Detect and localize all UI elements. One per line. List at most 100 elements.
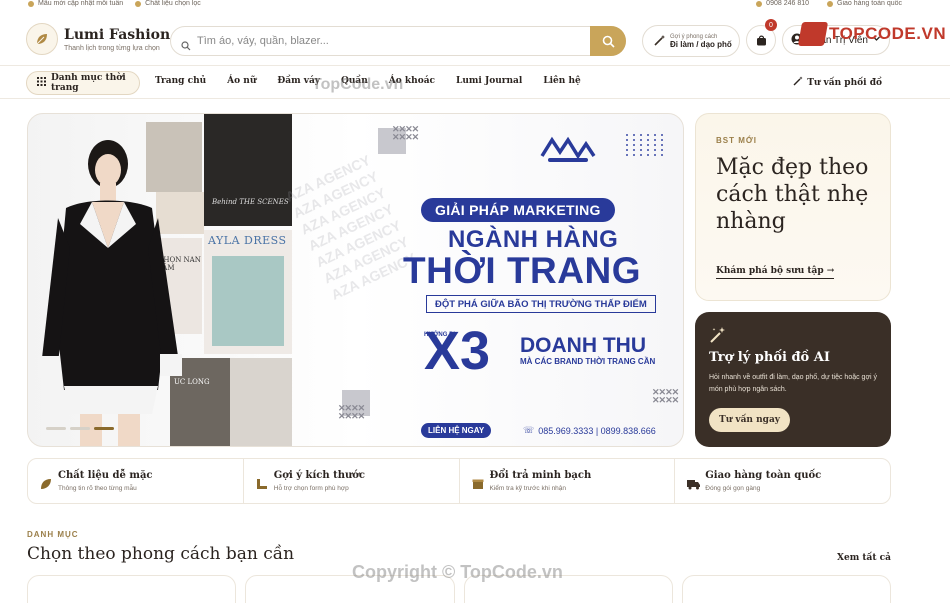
decor-crosses: ✕✕✕✕ ✕✕✕✕: [652, 387, 679, 405]
cart-count-badge: 0: [765, 19, 777, 31]
hero-x3: X3: [424, 321, 491, 381]
topbar-text: Chất liệu chọn lọc: [145, 0, 201, 7]
phone-icon: ☏: [523, 425, 535, 435]
see-all-link[interactable]: Xem tất cả: [837, 553, 891, 563]
main-nav: Danh mục thời trang Trang chủ Áo nữ Đầm …: [0, 67, 950, 99]
topbar-item: Chất liệu chọn lọc: [135, 0, 201, 7]
hero-banner[interactable]: Behind THE SCENES AYLA DRESS CHỌN NAN TÂ…: [27, 113, 684, 447]
brand-name: Lumi Fashion: [64, 26, 171, 43]
styling-advice-link[interactable]: Tư vấn phối đồ: [793, 76, 882, 89]
new-collection-tag: BST MỚI: [716, 136, 757, 145]
decor-crosses: ✕✕✕✕ ✕✕✕✕: [392, 124, 419, 142]
phone-icon: [756, 0, 763, 7]
category-menu-button[interactable]: Danh mục thời trang: [26, 71, 140, 95]
search-icon: [602, 35, 615, 48]
ai-stylist-card: Trợ lý phối đồ AI Hỏi nhanh về outfit đi…: [695, 312, 891, 447]
explore-collection-link[interactable]: Khám phá bộ sưu tập →: [716, 266, 835, 279]
slide-indicators: [46, 427, 114, 430]
slide-dot[interactable]: [46, 427, 66, 430]
hero-headline-2: THỜI TRANG: [403, 250, 641, 291]
magic-wand-icon: [709, 326, 727, 348]
brand-tagline: Thanh lịch trong từng lựa chọn: [64, 44, 160, 52]
top-info-bar: Mẫu mới cập nhật mỗi tuần Chất liệu chọn…: [0, 0, 950, 12]
cart-button[interactable]: 0: [746, 19, 777, 55]
decor-crosses: ✕✕✕✕ ✕✕✕✕: [338, 403, 365, 421]
styling-advice-label: Tư vấn phối đồ: [807, 77, 882, 88]
search-icon: [181, 36, 191, 55]
grid-icon: [37, 77, 46, 89]
feature-title: Gợi ý kích thước: [273, 470, 366, 481]
collage-photo: [230, 358, 292, 446]
nav-link-home[interactable]: Trang chủ: [155, 76, 206, 86]
ruler-icon: [256, 475, 268, 494]
decor-dots: [626, 134, 665, 156]
new-collection-title: Mặc đẹp theo cách thật nhẹ nhàng: [716, 155, 869, 234]
site-header: Lumi Fashion Thanh lịch trong từng lựa c…: [0, 12, 950, 66]
hero-revenue-sub: MÀ CÁC BRAND THỜI TRANG CẦN: [520, 357, 656, 366]
feature-item: Giao hàng toàn quốc Đóng gói gọn gàng: [675, 459, 890, 503]
watermark-copyright: Copyright © TopCode.vn: [352, 562, 563, 582]
hero-pill: GIẢI PHÁP MARKETING: [421, 198, 615, 222]
collage-photo: Behind THE SCENES: [204, 114, 292, 226]
feature-item: Đổi trả minh bạch Kiểm tra kỹ trước khi …: [460, 459, 676, 503]
watermark-text: TopCode.vn: [312, 76, 404, 93]
slide-dot[interactable]: [94, 427, 114, 430]
categories-title: Chọn theo phong cách bạn cần: [27, 544, 295, 564]
topbar-text: 0908 246 810: [766, 0, 809, 7]
feature-sub: Hỗ trợ chọn form phù hợp: [273, 485, 349, 492]
watermark-logo-text: TOPCODE.VN: [829, 24, 947, 43]
feature-title: Chất liệu dễ mặc: [58, 470, 153, 481]
ai-stylist-description: Hỏi nhanh về outfit đi làm, dạo phố, dự …: [709, 374, 878, 393]
ai-consult-button[interactable]: Tư vấn ngay: [709, 408, 791, 432]
topbar-text: Mẫu mới cập nhật mỗi tuần: [38, 0, 124, 7]
contact-now-button[interactable]: LIÊN HỆ NGAY: [421, 423, 492, 438]
collage-caption: AYLA DRESS: [208, 234, 287, 247]
features-strip: Chất liệu dễ mặc Thông tin rõ theo từng …: [27, 458, 891, 504]
fashion-model-image: [38, 140, 182, 446]
leaf-icon: [135, 0, 142, 7]
feature-title: Giao hàng toàn quốc: [705, 470, 822, 481]
magic-wand-icon: [793, 76, 803, 89]
agency-logo: [538, 136, 598, 162]
hero-subline: ĐỘT PHÁ GIỮA BÃO THỊ TRƯỜNG THẤP ĐIỂM: [426, 295, 656, 313]
topbar-item: Giao hàng toàn quốc: [827, 0, 902, 7]
watermark-logo: TOPCODE.VN: [797, 22, 947, 46]
hero-phone-numbers: 085.969.3333 | 0899.838.666: [538, 425, 656, 436]
leaf-icon: [40, 475, 52, 494]
slide-dot[interactable]: [70, 427, 90, 430]
hero-ad: AZA AGENCY AZA AGENCY AZA AGENCY AZA AGE…: [283, 114, 683, 446]
feature-sub: Đóng gói gọn gàng: [705, 485, 761, 492]
nav-link-journal[interactable]: Lumi Journal: [456, 76, 522, 86]
new-collection-card: BST MỚI Mặc đẹp theo cách thật nhẹ nhàng…: [695, 113, 891, 301]
search-button[interactable]: [590, 26, 626, 56]
brand-logo[interactable]: Lumi Fashion Thanh lịch trong từng lựa c…: [26, 23, 170, 55]
category-menu-label: Danh mục thời trang: [51, 73, 126, 93]
nav-link-tops[interactable]: Áo nữ: [227, 76, 256, 86]
truck-icon: [827, 0, 833, 7]
collage-caption: Behind THE SCENES: [212, 198, 289, 206]
box-icon: [472, 475, 484, 494]
feature-title: Đổi trả minh bạch: [489, 470, 592, 481]
feature-sub: Thông tin rõ theo từng mẫu: [58, 485, 137, 492]
search-bar: [170, 26, 626, 56]
category-card[interactable]: [681, 575, 891, 603]
watermark-logo-mark: [797, 22, 829, 46]
hero-collage: Behind THE SCENES AYLA DRESS CHỌN NAN TÂ…: [28, 114, 292, 446]
search-input[interactable]: [197, 27, 597, 55]
feature-sub: Kiểm tra kỹ trước khi nhận: [489, 485, 567, 492]
topbar-item: Mẫu mới cập nhật mỗi tuần: [28, 0, 123, 7]
leaf-icon: [26, 23, 58, 55]
truck-icon: [687, 475, 701, 494]
magic-wand-icon: [653, 32, 666, 51]
topbar-text: Giao hàng toàn quốc: [837, 0, 902, 7]
hero-revenue: DOANH THU: [520, 334, 646, 357]
categories-tag: DANH MỤC: [27, 530, 79, 539]
ai-stylist-title: Trợ lý phối đồ AI: [709, 350, 830, 365]
collage-photo-inner: [212, 256, 284, 346]
style-suggestion-button[interactable]: Gợi ý phong cách Đi làm / dạo phố: [642, 25, 740, 57]
shopping-bag-icon: [756, 31, 767, 50]
collage-photo: AYLA DRESS: [204, 230, 292, 354]
nav-link-contact[interactable]: Liên hệ: [543, 76, 580, 86]
category-card[interactable]: [27, 575, 237, 603]
topbar-phone[interactable]: 0908 246 810: [756, 0, 809, 7]
